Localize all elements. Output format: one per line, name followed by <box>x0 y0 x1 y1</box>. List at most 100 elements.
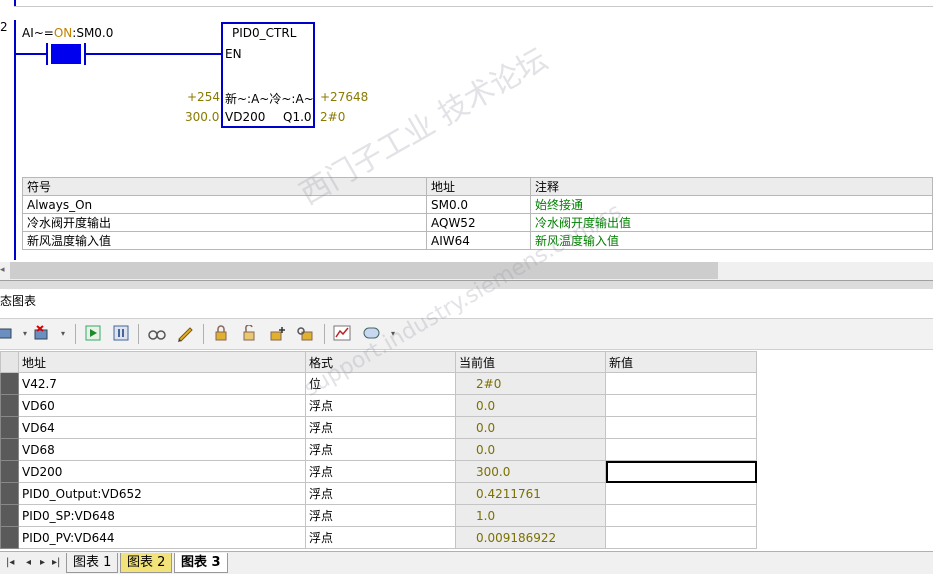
cell-current-value: 300.0 <box>455 460 606 483</box>
pid-block-title: PID0_CTRL <box>232 26 297 40</box>
tab-chart-2[interactable]: 图表 2 <box>120 553 173 573</box>
cell-current-value: 0.0 <box>455 416 606 439</box>
header-address: 地址 <box>18 351 306 373</box>
table-row[interactable]: VD200 浮点 300.0 <box>0 460 757 483</box>
cell-new-value-selected[interactable] <box>605 460 757 483</box>
unforce-all-icon[interactable] <box>268 324 286 342</box>
cell-current-value: 0.0 <box>455 394 606 417</box>
header-current-value: 当前值 <box>455 351 606 373</box>
row-selector[interactable] <box>0 394 19 417</box>
cell-address[interactable]: VD200 <box>18 460 306 483</box>
single-read-icon[interactable] <box>112 324 130 342</box>
cell-format[interactable]: 浮点 <box>305 482 456 505</box>
power-rail <box>14 20 16 260</box>
tab-chart-3[interactable]: 图表 3 <box>174 553 228 573</box>
pid-q-param[interactable]: 2#0 <box>320 110 345 124</box>
table-row[interactable]: PID0_PV:VD644 浮点 0.009186922 <box>0 526 757 549</box>
cell-format[interactable]: 浮点 <box>305 504 456 527</box>
previous-network-remnant <box>14 0 933 7</box>
table-row[interactable]: PID0_SP:VD648 浮点 1.0 <box>0 504 757 527</box>
toolbar-separator <box>75 324 76 344</box>
symbol-name: 新风温度输入值 <box>22 231 427 250</box>
symbol-table: 符号 地址 注释 Always_On SM0.0 始终接通 冷水阀开度输出 AQ… <box>22 177 933 250</box>
table-row[interactable]: VD64 浮点 0.0 <box>0 416 757 439</box>
status-chart-table: 地址 格式 当前值 新值 V42.7 位 2#0 VD60 浮点 0.0 VD6… <box>0 351 757 549</box>
dropdown-arrow-icon[interactable]: ▾ <box>54 324 72 342</box>
pid-setpoint-pin: VD200 <box>225 110 266 124</box>
delete-row-icon[interactable] <box>32 324 50 342</box>
force-lock-icon[interactable] <box>212 324 230 342</box>
insert-row-icon[interactable] <box>0 324 14 342</box>
scrollbar-thumb[interactable] <box>10 262 718 279</box>
cell-new-value[interactable] <box>605 394 757 417</box>
read-forced-icon[interactable] <box>296 324 314 342</box>
row-selector[interactable] <box>0 438 19 461</box>
tab-first-icon[interactable]: |◂ <box>6 557 14 568</box>
ladder-editor: 2 AI~=ON:SM0.0 PID0_CTRL EN 新~:A~冷~:A~ V… <box>0 0 933 262</box>
symbol-comment: 新风温度输入值 <box>530 231 933 250</box>
tab-last-icon[interactable]: ▸| <box>52 557 60 568</box>
table-row[interactable]: VD60 浮点 0.0 <box>0 394 757 417</box>
pencil-icon[interactable] <box>176 324 194 342</box>
table-row[interactable]: V42.7 位 2#0 <box>0 372 757 395</box>
toolbar-separator <box>203 324 204 344</box>
cell-format[interactable]: 浮点 <box>305 438 456 461</box>
cell-address[interactable]: PID0_Output:VD652 <box>18 482 306 505</box>
cell-format[interactable]: 浮点 <box>305 394 456 417</box>
pid-setpoint-param[interactable]: 300.0 <box>185 110 219 124</box>
chart-tab-bar: |◂ ◂ ▸ ▸| 图表 1 图表 2 图表 3 <box>0 551 933 574</box>
table-row[interactable]: VD68 浮点 0.0 <box>0 438 757 461</box>
pid-input-param[interactable]: +254 <box>187 90 220 104</box>
dropdown-arrow-icon[interactable]: ▾ <box>384 324 402 342</box>
cell-current-value: 0.0 <box>455 438 606 461</box>
cell-format[interactable]: 浮点 <box>305 526 456 549</box>
row-selector[interactable] <box>0 504 19 527</box>
contact-label: AI~=ON:SM0.0 <box>22 26 114 40</box>
cell-address[interactable]: PID0_PV:VD644 <box>18 526 306 549</box>
cell-address[interactable]: VD64 <box>18 416 306 439</box>
header-format: 格式 <box>305 351 456 373</box>
network-number: 2 <box>0 20 8 34</box>
cell-new-value[interactable] <box>605 526 757 549</box>
scroll-left-arrow-icon[interactable]: ◂ <box>0 265 8 277</box>
row-selector[interactable] <box>0 482 19 505</box>
cell-new-value[interactable] <box>605 482 757 505</box>
table-row[interactable]: PID0_Output:VD652 浮点 0.4211761 <box>0 482 757 505</box>
unforce-lock-icon[interactable] <box>240 324 258 342</box>
cell-new-value[interactable] <box>605 372 757 395</box>
power-rail-top <box>14 0 16 6</box>
tab-prev-icon[interactable]: ◂ <box>26 557 31 568</box>
row-selector[interactable] <box>0 460 19 483</box>
cell-address[interactable]: VD68 <box>18 438 306 461</box>
row-header-corner <box>0 351 19 373</box>
cell-new-value[interactable] <box>605 438 757 461</box>
symbol-header-comment: 注释 <box>530 177 933 196</box>
pid-output-param[interactable]: +27648 <box>320 90 368 104</box>
pane-splitter[interactable] <box>0 280 933 289</box>
symbol-header-symbol: 符号 <box>22 177 427 196</box>
glasses-icon[interactable] <box>148 324 166 342</box>
row-selector[interactable] <box>0 416 19 439</box>
cell-format[interactable]: 浮点 <box>305 416 456 439</box>
tab-next-icon[interactable]: ▸ <box>40 557 45 568</box>
cell-address[interactable]: PID0_SP:VD648 <box>18 504 306 527</box>
trend-view-icon[interactable] <box>333 324 351 342</box>
contact-bar-left <box>46 43 48 65</box>
contact-on-highlight[interactable] <box>51 44 81 64</box>
row-selector[interactable] <box>0 372 19 395</box>
cell-format[interactable]: 浮点 <box>305 460 456 483</box>
tab-chart-1[interactable]: 图表 1 <box>66 553 119 573</box>
cell-format[interactable]: 位 <box>305 372 456 395</box>
symbol-comment: 冷水阀开度输出值 <box>530 213 933 232</box>
horizontal-scrollbar[interactable]: ◂ <box>0 262 933 280</box>
status-chart-grid: 地址 格式 当前值 新值 V42.7 位 2#0 VD60 浮点 0.0 VD6… <box>0 351 760 550</box>
cell-address[interactable]: V42.7 <box>18 372 306 395</box>
pid-q-pin: Q1.0 <box>283 110 312 124</box>
chart-status-on-icon[interactable] <box>84 324 102 342</box>
cell-new-value[interactable] <box>605 416 757 439</box>
toolbar-separator <box>138 324 139 344</box>
tag-icon[interactable] <box>362 324 380 342</box>
cell-address[interactable]: VD60 <box>18 394 306 417</box>
cell-new-value[interactable] <box>605 504 757 527</box>
row-selector[interactable] <box>0 526 19 549</box>
